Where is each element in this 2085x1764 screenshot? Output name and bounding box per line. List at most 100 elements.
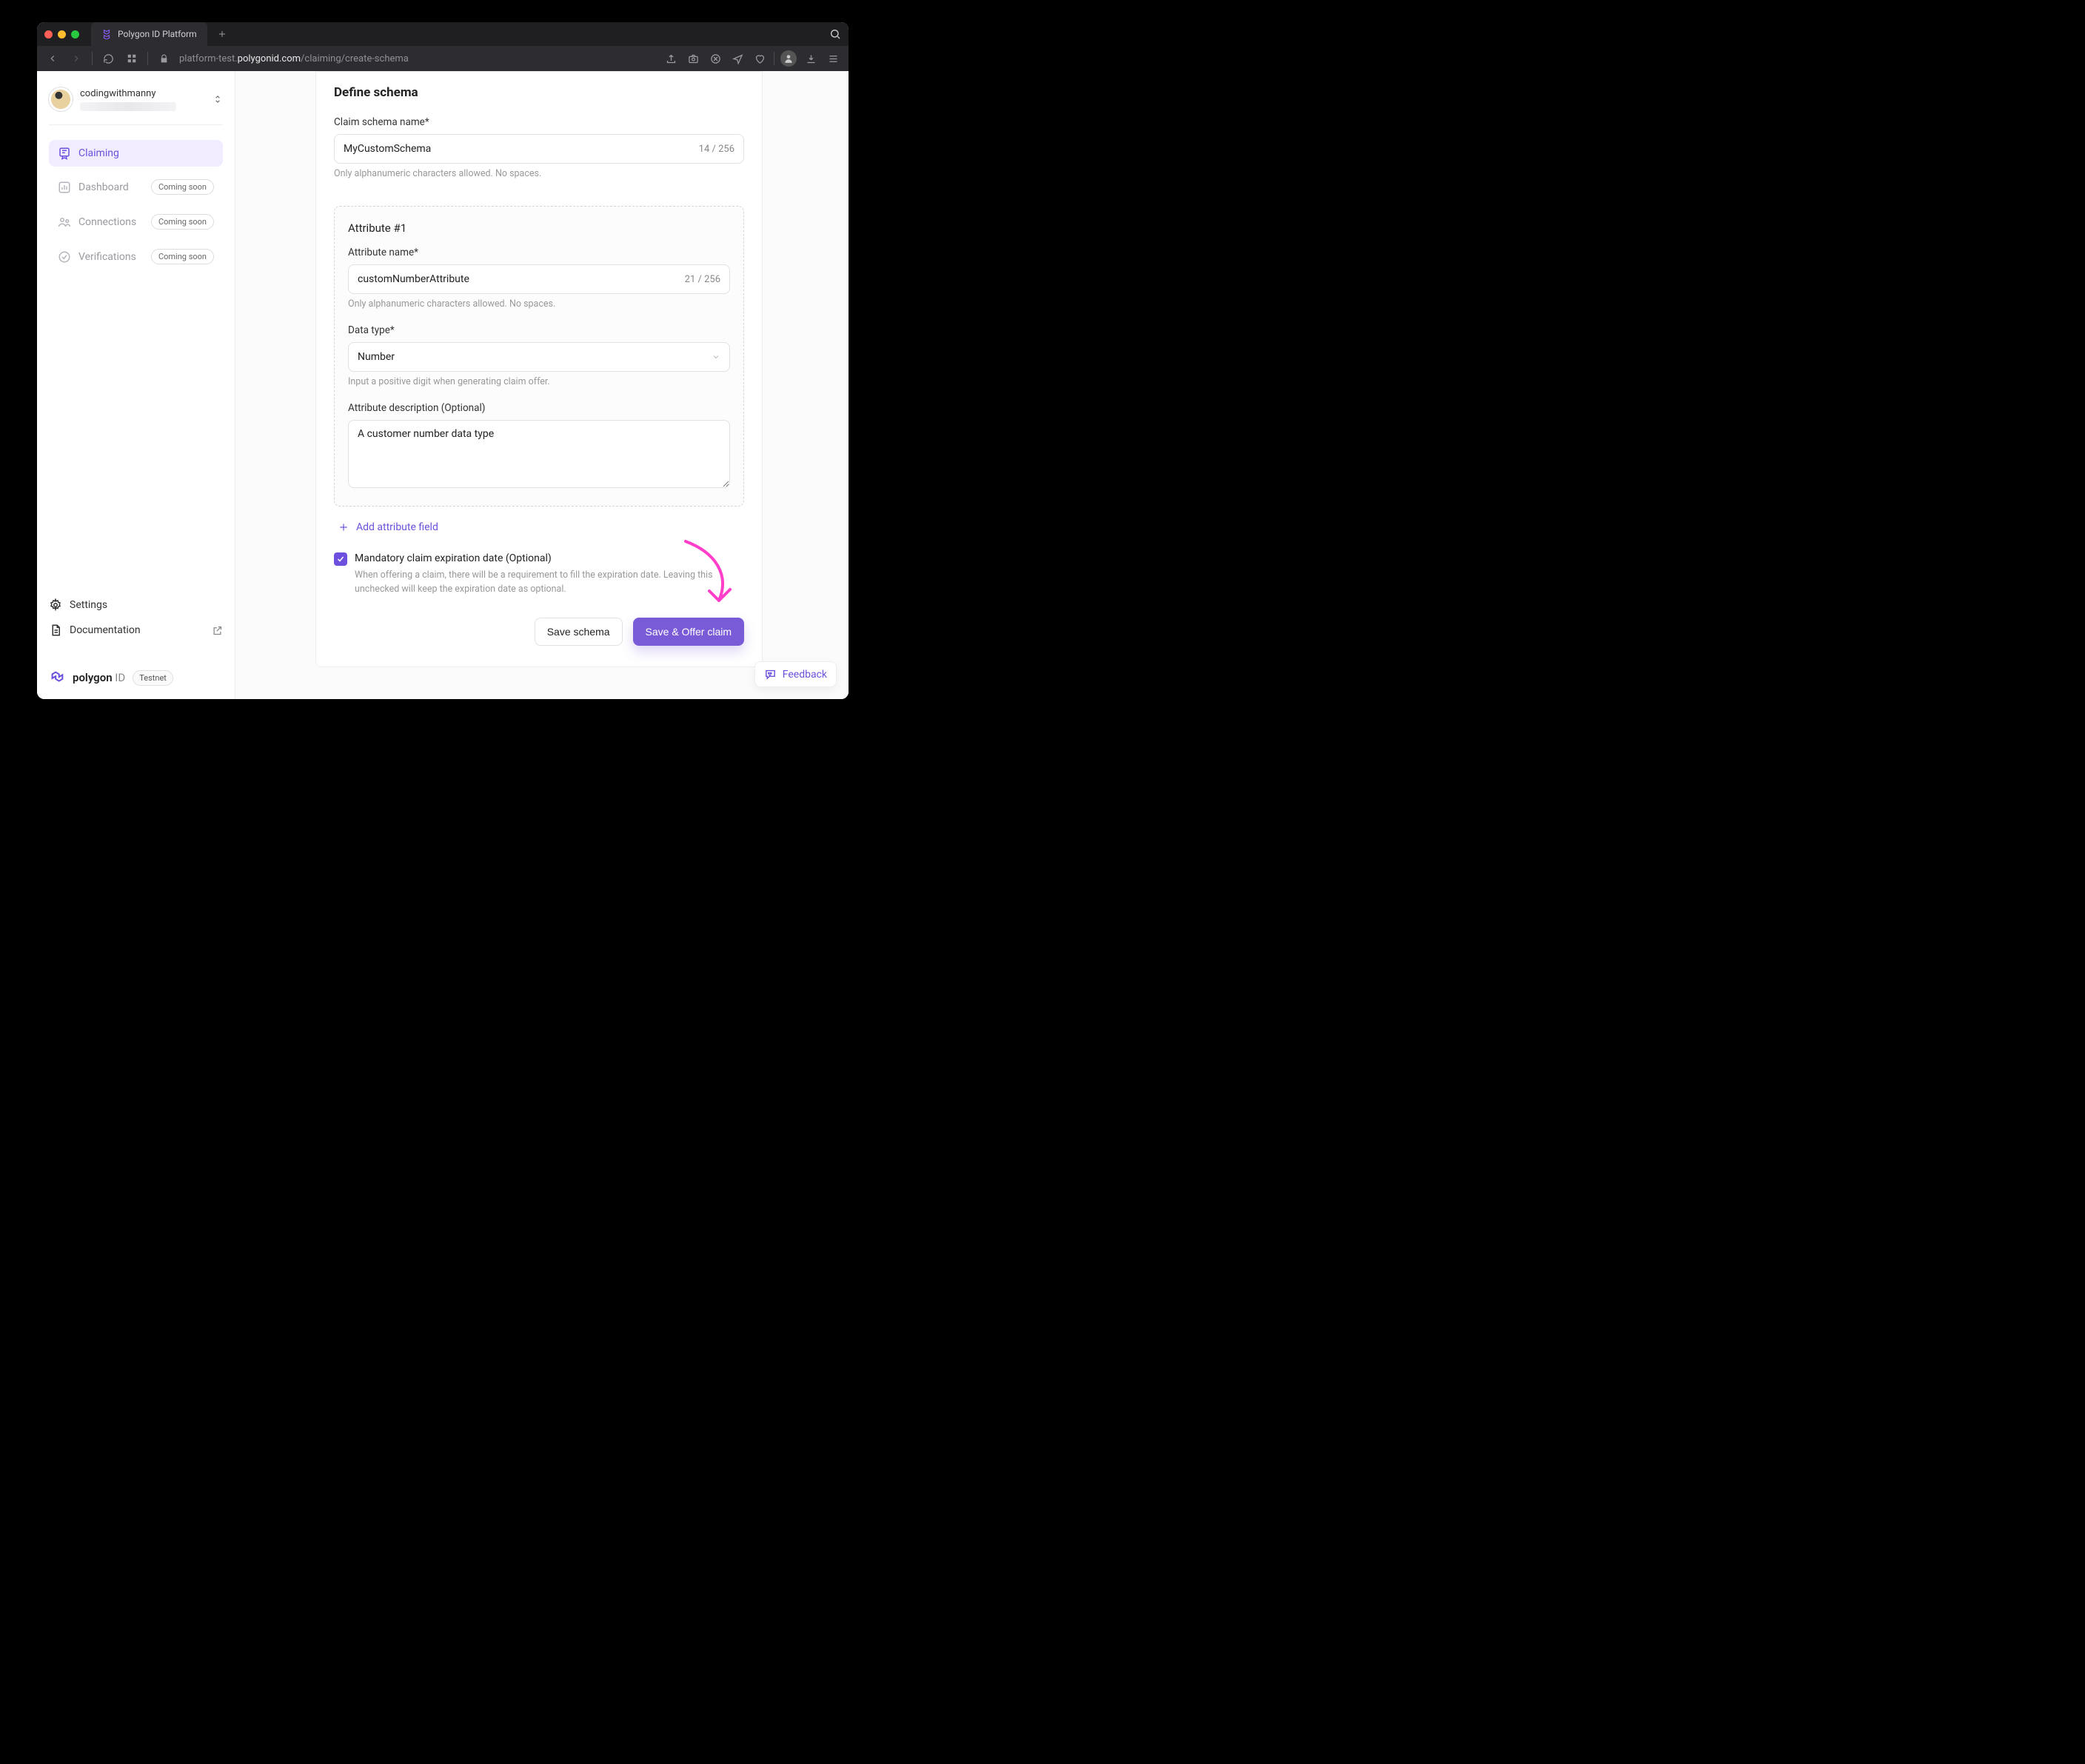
nav-label: Connections bbox=[78, 216, 136, 228]
reload-button[interactable] bbox=[100, 50, 116, 67]
nav-dashboard[interactable]: Dashboard Coming soon bbox=[49, 173, 223, 201]
data-type-hint: Input a positive digit when generating c… bbox=[348, 376, 730, 387]
account-switcher[interactable]: codingwithmanny bbox=[49, 87, 223, 125]
nav-list: Claiming Dashboard Coming soon Connectio… bbox=[49, 140, 223, 271]
add-attribute-label: Add attribute field bbox=[356, 521, 438, 533]
browser-chrome: Polygon ID Platform platform-test. polyg… bbox=[37, 22, 849, 71]
divider bbox=[147, 52, 148, 65]
feedback-label: Feedback bbox=[783, 669, 827, 681]
maximize-window-icon[interactable] bbox=[71, 30, 79, 39]
nav-connections[interactable]: Connections Coming soon bbox=[49, 207, 223, 236]
address-bar: platform-test. polygonid.com /claiming/c… bbox=[37, 46, 849, 71]
data-type-label: Data type* bbox=[348, 324, 730, 336]
nav-label: Claiming bbox=[78, 147, 119, 159]
attribute-box: Attribute #1 Attribute name* 21 / 256 On… bbox=[334, 206, 744, 507]
nav-back-button[interactable] bbox=[44, 50, 61, 67]
shield-icon[interactable] bbox=[707, 50, 723, 67]
data-type-value: Number bbox=[358, 351, 395, 363]
main-content: Define schema Claim schema name* 14 / 25… bbox=[235, 71, 849, 699]
gear-icon bbox=[49, 598, 62, 612]
attribute-name-input-wrapper: 21 / 256 bbox=[348, 264, 730, 294]
description-label: Attribute description (Optional) bbox=[348, 402, 730, 414]
form-actions: Save schema Save & Offer claim bbox=[334, 618, 744, 646]
brand: polygon ID Testnet bbox=[49, 669, 223, 686]
minimize-window-icon[interactable] bbox=[58, 30, 66, 39]
coming-soon-badge: Coming soon bbox=[151, 249, 214, 264]
description-textarea[interactable] bbox=[348, 420, 730, 488]
account-name: codingwithmanny bbox=[80, 88, 176, 99]
mandatory-expiration-label: Mandatory claim expiration date (Optiona… bbox=[355, 552, 744, 564]
nav-label: Dashboard bbox=[78, 181, 129, 193]
certificate-icon bbox=[58, 147, 71, 160]
document-icon bbox=[49, 624, 62, 637]
external-link-icon bbox=[212, 625, 223, 636]
chevron-down-icon bbox=[712, 353, 720, 361]
attribute-name-counter: 21 / 256 bbox=[685, 274, 720, 285]
page-title: Define schema bbox=[334, 85, 744, 100]
coming-soon-badge: Coming soon bbox=[151, 214, 214, 230]
chat-icon bbox=[764, 668, 777, 681]
nav-settings[interactable]: Settings bbox=[49, 598, 223, 612]
schema-name-counter: 14 / 256 bbox=[699, 144, 734, 155]
browser-window: Polygon ID Platform platform-test. polyg… bbox=[37, 22, 849, 699]
chart-icon bbox=[58, 181, 71, 194]
url-text[interactable]: platform-test. polygonid.com /claiming/c… bbox=[179, 53, 409, 64]
window-controls[interactable] bbox=[44, 30, 79, 39]
tab-title: Polygon ID Platform bbox=[118, 29, 197, 39]
toolbar-right bbox=[663, 50, 841, 67]
data-type-select[interactable]: Number bbox=[348, 342, 730, 372]
lock-icon[interactable] bbox=[155, 50, 172, 67]
settings-label: Settings bbox=[70, 599, 107, 611]
sidebar: codingwithmanny Claiming Dashboard Comin… bbox=[37, 71, 235, 699]
apps-grid-icon[interactable] bbox=[124, 50, 140, 67]
schema-form-card: Define schema Claim schema name* 14 / 25… bbox=[315, 71, 763, 667]
sidebar-footer: Settings Documentation polygon ID Testne… bbox=[49, 598, 223, 686]
attribute-heading: Attribute #1 bbox=[348, 221, 730, 235]
menu-icon[interactable] bbox=[825, 50, 841, 67]
schema-name-input[interactable] bbox=[344, 143, 618, 155]
users-icon bbox=[58, 216, 71, 229]
account-avatar bbox=[49, 87, 73, 111]
check-circle-icon bbox=[58, 250, 71, 264]
attribute-name-hint: Only alphanumeric characters allowed. No… bbox=[348, 298, 730, 310]
add-attribute-button[interactable]: Add attribute field bbox=[338, 521, 744, 533]
close-window-icon[interactable] bbox=[44, 30, 53, 39]
brand-name: polygon ID bbox=[73, 671, 125, 684]
plus-icon bbox=[338, 522, 349, 532]
nav-documentation[interactable]: Documentation bbox=[49, 624, 223, 637]
polygon-favicon-icon bbox=[101, 29, 112, 39]
account-id-redacted bbox=[80, 102, 176, 111]
documentation-label: Documentation bbox=[70, 624, 141, 636]
download-icon[interactable] bbox=[803, 50, 819, 67]
app-root: codingwithmanny Claiming Dashboard Comin… bbox=[37, 71, 849, 699]
nav-verifications[interactable]: Verifications Coming soon bbox=[49, 242, 223, 271]
chevron-updown-icon bbox=[212, 93, 223, 105]
feedback-button[interactable]: Feedback bbox=[754, 661, 837, 687]
nav-forward-button[interactable] bbox=[68, 50, 84, 67]
coming-soon-badge: Coming soon bbox=[151, 179, 214, 195]
save-offer-claim-button[interactable]: Save & Offer claim bbox=[633, 618, 744, 646]
nav-label: Verifications bbox=[78, 251, 136, 263]
mandatory-expiration-row: Mandatory claim expiration date (Optiona… bbox=[334, 552, 744, 597]
browser-tab[interactable]: Polygon ID Platform bbox=[91, 22, 207, 46]
new-tab-button[interactable] bbox=[212, 24, 232, 44]
tab-bar: Polygon ID Platform bbox=[37, 22, 849, 46]
schema-name-input-wrapper: 14 / 256 bbox=[334, 134, 744, 164]
heart-icon[interactable] bbox=[752, 50, 768, 67]
camera-icon[interactable] bbox=[685, 50, 701, 67]
schema-name-label: Claim schema name* bbox=[334, 116, 744, 128]
tab-search-icon[interactable] bbox=[822, 22, 849, 46]
attribute-name-label: Attribute name* bbox=[348, 247, 730, 258]
divider bbox=[92, 52, 93, 65]
nav-claiming[interactable]: Claiming bbox=[49, 140, 223, 167]
share-icon[interactable] bbox=[663, 50, 679, 67]
schema-name-hint: Only alphanumeric characters allowed. No… bbox=[334, 168, 744, 179]
testnet-badge: Testnet bbox=[133, 670, 173, 686]
mandatory-expiration-desc: When offering a claim, there will be a r… bbox=[355, 569, 744, 597]
polygon-logo-icon bbox=[49, 669, 65, 686]
save-schema-button[interactable]: Save schema bbox=[535, 618, 623, 646]
attribute-name-input[interactable] bbox=[358, 273, 612, 285]
mandatory-expiration-checkbox[interactable] bbox=[334, 552, 347, 566]
profile-avatar-icon[interactable] bbox=[780, 50, 797, 67]
send-icon[interactable] bbox=[729, 50, 746, 67]
